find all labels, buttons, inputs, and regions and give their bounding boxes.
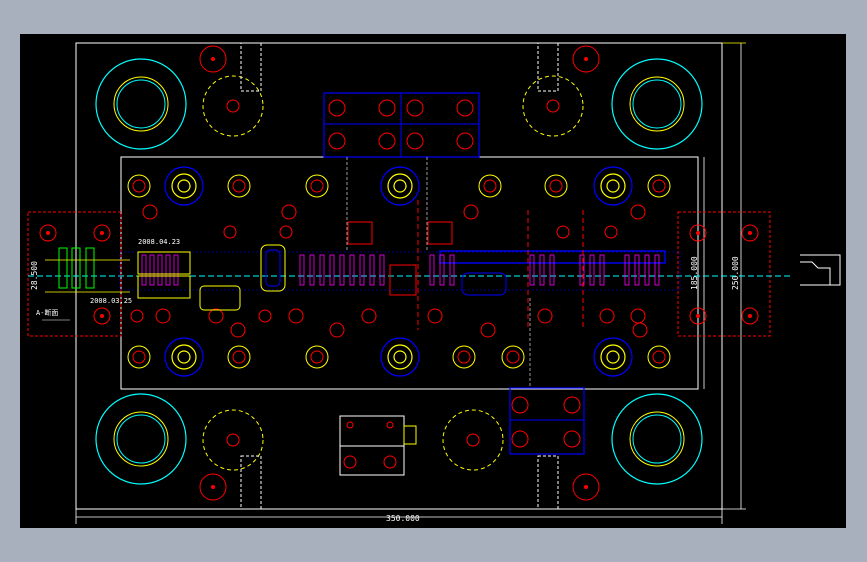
date-note-top: 2008.04.23 <box>138 238 180 246</box>
bottom-stopper-block <box>339 415 417 476</box>
punch-strip <box>119 250 681 291</box>
bottom-insert-block <box>509 387 585 455</box>
guide-bush-top-left <box>95 58 187 150</box>
guide-bush-bottom-right <box>611 393 703 485</box>
dim-right-outer: 250.000 <box>731 256 740 290</box>
guide-bush-top-right <box>611 58 703 150</box>
guide-bush-bottom-left <box>95 393 187 485</box>
dim-left-small: 28.500 <box>30 261 39 290</box>
top-insert-blocks <box>323 92 480 158</box>
strip-exit-profile <box>800 254 841 286</box>
left-clamp-block <box>27 211 122 337</box>
die-plate-drawing: 350.000 185.000 250.000 28.500 2008.04.2… <box>27 42 841 524</box>
date-note-bottom: 2008.03.25 <box>90 297 132 305</box>
dim-bottom-width: 350.000 <box>386 514 420 523</box>
dim-right-inner: 185.000 <box>690 256 699 290</box>
section-label: A-断面 <box>36 308 58 317</box>
